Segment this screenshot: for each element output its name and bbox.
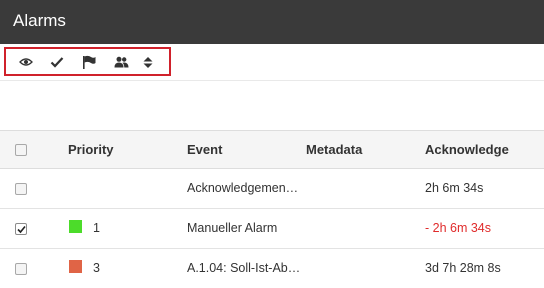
acknowledge-cell: 2h 6m 34s <box>425 181 484 195</box>
acknowledge-cell: - 2h 6m 34s <box>425 221 492 235</box>
sort-icon <box>143 56 153 68</box>
priority-value: 3 <box>93 261 100 275</box>
table-row[interactable]: 3 A.1.04: Soll-Ist-Ab… 3d 7h 28m 8s <box>0 249 544 288</box>
event-cell: Manueller Alarm <box>187 221 278 235</box>
flag-button[interactable] <box>78 53 100 71</box>
header-metadata[interactable]: Metadata <box>306 142 362 157</box>
eye-icon <box>19 58 33 66</box>
view-button[interactable] <box>15 53 37 71</box>
checkmark-icon <box>17 225 26 234</box>
table-header: Priority Event Metadata Acknowledge <box>0 131 544 169</box>
sort-button[interactable] <box>137 53 159 71</box>
priority-value: 1 <box>93 221 100 235</box>
table-row[interactable]: 1 Manueller Alarm - 2h 6m 34s <box>0 209 544 249</box>
event-cell: Acknowledgemen… <box>187 181 299 195</box>
priority-swatch <box>69 260 82 273</box>
event-cell: A.1.04: Soll-Ist-Ab… <box>187 261 301 275</box>
users-button[interactable] <box>110 53 132 71</box>
acknowledge-cell: 3d 7h 28m 8s <box>425 261 501 275</box>
header-priority[interactable]: Priority <box>68 142 114 157</box>
row-checkbox[interactable] <box>15 263 27 275</box>
toolbar <box>0 44 544 81</box>
header-event[interactable]: Event <box>187 142 222 157</box>
header-acknowledge[interactable]: Acknowledge <box>425 142 509 157</box>
title-bar: Alarms <box>0 0 544 44</box>
row-checkbox[interactable] <box>15 223 27 235</box>
users-icon <box>114 56 128 68</box>
alarms-table: Priority Event Metadata Acknowledge Ackn… <box>0 130 544 288</box>
acknowledge-button[interactable] <box>46 53 68 71</box>
window-title: Alarms <box>13 11 66 30</box>
priority-swatch <box>69 220 82 233</box>
select-all-checkbox[interactable] <box>15 144 27 156</box>
toolbar-highlight <box>4 47 171 76</box>
row-checkbox[interactable] <box>15 183 27 195</box>
flag-icon <box>83 55 96 69</box>
table-row[interactable]: Acknowledgemen… 2h 6m 34s <box>0 169 544 209</box>
checkmark-icon <box>50 57 64 68</box>
